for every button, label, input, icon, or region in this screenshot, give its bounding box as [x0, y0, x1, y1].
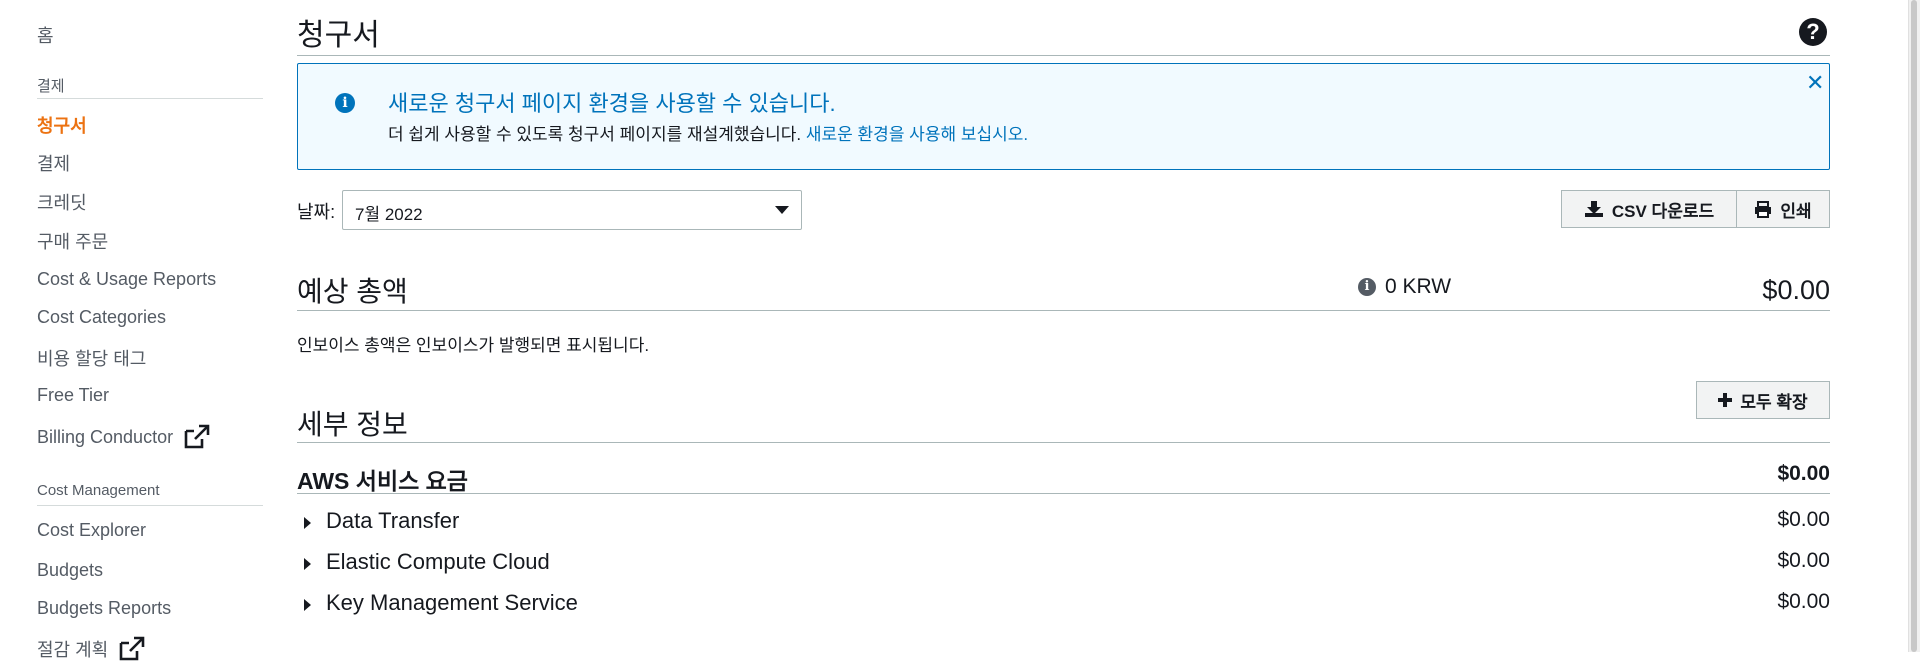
sidebar-item-bills[interactable]: 청구서: [37, 112, 87, 138]
divider: [297, 442, 1830, 443]
details-title: 세부 정보: [297, 409, 408, 440]
date-select-value: 7월 2022: [355, 205, 423, 224]
sidebar-item-label: Free Tier: [37, 385, 110, 405]
estimated-total-title: 예상 총액: [297, 276, 408, 307]
sidebar-item-savings-plans[interactable]: 절감 계획: [37, 636, 146, 662]
sidebar-item-cost-categories[interactable]: Cost Categories: [37, 307, 166, 328]
service-name: Data Transfer: [326, 508, 460, 533]
scrollbar-thumb[interactable]: [1911, 0, 1917, 652]
expand-all-button[interactable]: 모두 확장: [1696, 381, 1830, 419]
sidebar-item-purchase-orders[interactable]: 구매 주문: [37, 228, 108, 254]
date-label: 날짜:: [297, 202, 336, 222]
page-title: 청구서: [297, 19, 380, 52]
sidebar-item-free-tier[interactable]: Free Tier: [37, 385, 109, 406]
sidebar-item-label: 비용 할당 태그: [37, 349, 147, 369]
sidebar-item-label: 결제: [37, 154, 71, 174]
chevron-down-icon: [775, 206, 789, 214]
sidebar-item-label: Budgets: [37, 560, 104, 580]
service-name: Elastic Compute Cloud: [326, 549, 550, 574]
banner-text: 더 쉽게 사용할 수 있도록 청구서 페이지를 재설계했습니다. 새로운 환경을…: [388, 120, 1028, 145]
banner-description: 더 쉽게 사용할 수 있도록 청구서 페이지를 재설계했습니다.: [388, 125, 802, 144]
sidebar-section-billing: 결제: [37, 78, 65, 95]
service-row-elastic-compute-cloud[interactable]: Elastic Compute Cloud $0.00: [297, 545, 1830, 581]
sidebar-item-label: Budgets Reports: [37, 598, 172, 618]
print-label: 인쇄: [1780, 201, 1812, 221]
divider: [297, 310, 1830, 311]
sidebar-item-cost-allocation-tags[interactable]: 비용 할당 태그: [37, 345, 146, 371]
aws-services-amount: $0.00: [1777, 462, 1830, 485]
external-link-icon: [183, 424, 211, 450]
banner-title: 새로운 청구서 페이지 환경을 사용할 수 있습니다.: [388, 91, 836, 116]
service-name: Key Management Service: [326, 590, 578, 615]
divider: [37, 505, 263, 506]
service-row-data-transfer[interactable]: Data Transfer $0.00: [297, 504, 1830, 540]
help-icon[interactable]: ?: [1799, 18, 1827, 46]
service-amount: $0.00: [1777, 590, 1830, 613]
sidebar-item-label: 구매 주문: [37, 232, 109, 252]
new-experience-banner: i 새로운 청구서 페이지 환경을 사용할 수 있습니다. 더 쉽게 사용할 수…: [297, 63, 1830, 170]
sidebar-item-credits[interactable]: 크레딧: [37, 189, 87, 215]
sidebar: 홈 결제 청구서 결제 크레딧 구매 주문 Cost & Usage Repor…: [0, 0, 265, 661]
krw-value: 0 KRW: [1385, 275, 1452, 298]
caret-right-icon: [304, 558, 311, 570]
csv-download-label: CSV 다운로드: [1611, 201, 1715, 221]
csv-download-button[interactable]: CSV 다운로드: [1561, 190, 1737, 228]
sidebar-item-billing-conductor[interactable]: Billing Conductor: [37, 424, 211, 450]
close-icon[interactable]: ✕: [1806, 70, 1824, 96]
aws-services-label: AWS 서비스 요금: [297, 468, 468, 494]
print-button[interactable]: 인쇄: [1736, 190, 1830, 228]
divider: [297, 493, 1830, 494]
info-icon[interactable]: i: [1358, 278, 1376, 296]
sidebar-item-label: 청구서: [37, 116, 87, 136]
sidebar-item-label: Billing Conductor: [37, 426, 174, 447]
try-new-experience-link[interactable]: 새로운 환경을 사용해 보십시오.: [806, 125, 1028, 144]
service-row-key-management-service[interactable]: Key Management Service $0.00: [297, 586, 1830, 622]
sidebar-section-cost-management: Cost Management: [37, 482, 160, 499]
invoice-note: 인보이스 총액은 인보이스가 발행되면 표시됩니다.: [297, 336, 650, 355]
sidebar-item-cost-usage-reports[interactable]: Cost & Usage Reports: [37, 269, 216, 290]
estimated-total-amount: $0.00: [1762, 275, 1830, 305]
sidebar-item-cost-explorer[interactable]: Cost Explorer: [37, 520, 146, 541]
sidebar-item-label: 크레딧: [37, 193, 87, 213]
sidebar-item-label: Cost Categories: [37, 307, 167, 327]
divider: [297, 55, 1830, 56]
sidebar-item-budgets[interactable]: Budgets: [37, 560, 103, 581]
date-select[interactable]: 7월 2022: [342, 190, 802, 230]
service-amount: $0.00: [1777, 549, 1830, 572]
download-icon: [1584, 201, 1603, 217]
plus-icon: [1718, 393, 1733, 407]
divider: [37, 98, 263, 99]
sidebar-item-label: 홈: [37, 26, 54, 46]
caret-right-icon: [304, 599, 311, 611]
print-icon: [1755, 200, 1772, 218]
sidebar-item-home[interactable]: 홈: [37, 22, 54, 48]
service-amount: $0.00: [1777, 508, 1830, 531]
sidebar-item-label: Cost & Usage Reports: [37, 269, 217, 289]
krw-total: i 0 KRW: [1358, 275, 1451, 299]
caret-right-icon: [304, 517, 311, 529]
sidebar-item-payments[interactable]: 결제: [37, 150, 70, 176]
sidebar-item-label: 절감 계획: [37, 640, 109, 660]
sidebar-item-label: Cost Explorer: [37, 520, 147, 540]
sidebar-item-budgets-reports[interactable]: Budgets Reports: [37, 598, 171, 619]
expand-all-label: 모두 확장: [1740, 392, 1808, 412]
info-icon: i: [335, 93, 355, 113]
external-link-icon: [118, 636, 146, 662]
